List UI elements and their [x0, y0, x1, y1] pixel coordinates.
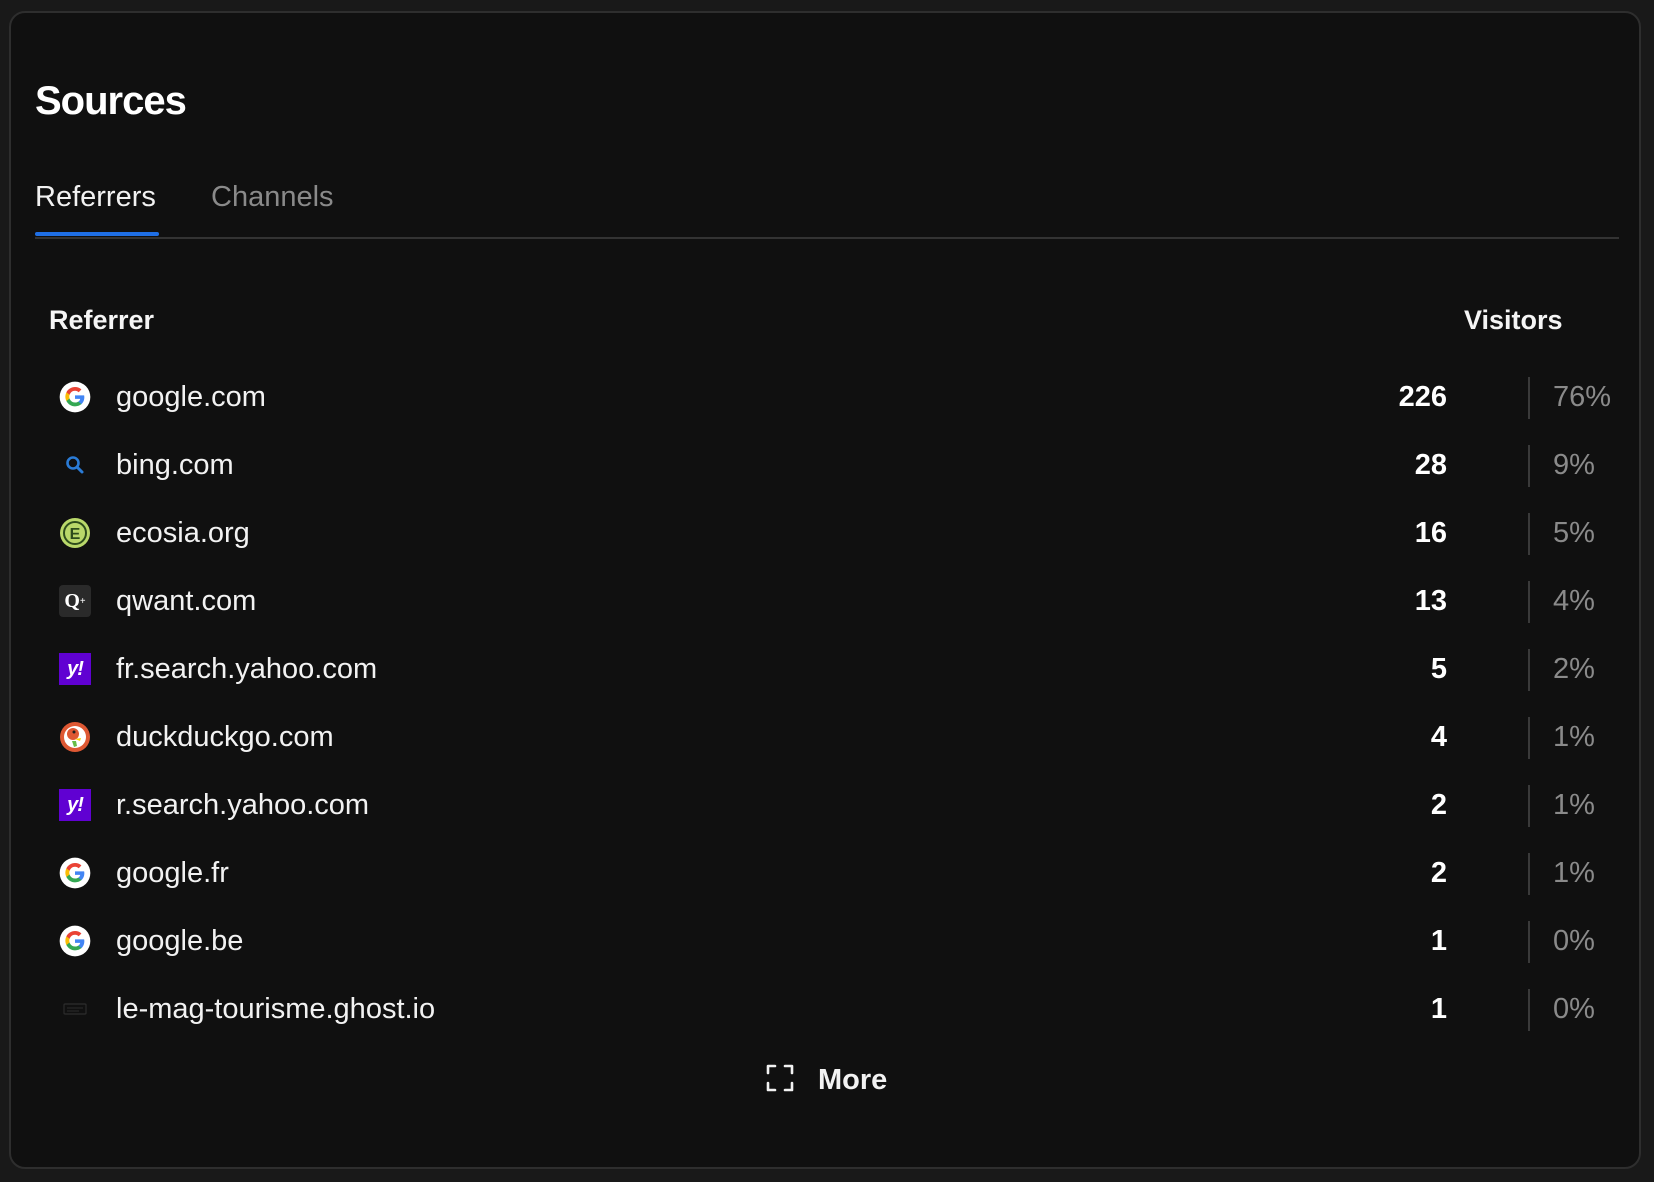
visitor-percent: 1%: [1553, 857, 1595, 889]
visitor-count: 1: [1430, 993, 1447, 1025]
table-row[interactable]: google.com 226 76%: [49, 363, 1619, 431]
table-row[interactable]: google.fr 2 1%: [49, 839, 1619, 907]
visitor-percent: 4%: [1553, 585, 1595, 617]
visitor-percent: 1%: [1553, 721, 1595, 753]
cell-divider: [1528, 581, 1530, 623]
cell-divider: [1528, 853, 1530, 895]
panel-title: Sources: [35, 79, 187, 123]
referrer-name: bing.com: [116, 449, 234, 481]
visitor-percent: 1%: [1553, 789, 1595, 821]
table-row[interactable]: Q + qwant.com 13 4%: [49, 567, 1619, 635]
more-button-label: More: [818, 1063, 888, 1096]
tab-referrers-label: Referrers: [35, 181, 156, 213]
referrer-name: google.com: [116, 381, 266, 413]
google-icon: [59, 381, 91, 413]
expand-icon: [766, 1064, 794, 1097]
tab-referrers[interactable]: Referrers: [35, 181, 159, 236]
yahoo-icon: y!: [59, 653, 91, 685]
table-row[interactable]: y! r.search.yahoo.com 2 1%: [49, 771, 1619, 839]
visitor-count: 28: [1414, 449, 1447, 481]
google-icon: [59, 857, 91, 889]
table-row[interactable]: E ecosia.org 16 5%: [49, 499, 1619, 567]
cell-divider: [1528, 445, 1530, 487]
svg-text:E: E: [70, 526, 81, 543]
table-row[interactable]: le-mag-tourisme.ghost.io 1 0%: [49, 975, 1619, 1043]
referrer-name: google.fr: [116, 857, 229, 889]
column-header-referrer[interactable]: Referrer: [49, 305, 154, 336]
table-row[interactable]: y! fr.search.yahoo.com 5 2%: [49, 635, 1619, 703]
referrer-name: fr.search.yahoo.com: [116, 653, 378, 685]
visitor-count: 16: [1414, 517, 1447, 549]
table-row[interactable]: bing.com 28 9%: [49, 431, 1619, 499]
cell-divider: [1528, 649, 1530, 691]
referrer-name: google.be: [116, 925, 244, 957]
visitor-count: 13: [1414, 585, 1447, 617]
ghost-site-icon: [59, 993, 91, 1025]
qwant-icon: Q +: [59, 585, 91, 617]
google-icon: [59, 925, 91, 957]
visitor-percent: 5%: [1553, 517, 1595, 549]
referrer-name: ecosia.org: [116, 517, 250, 549]
visitor-count: 2: [1430, 789, 1447, 821]
referrer-name: r.search.yahoo.com: [116, 789, 370, 821]
cell-divider: [1528, 377, 1530, 419]
yahoo-icon: y!: [59, 789, 91, 821]
cell-divider: [1528, 921, 1530, 963]
referrer-name: le-mag-tourisme.ghost.io: [116, 993, 436, 1025]
table-row[interactable]: duckduckgo.com 4 1%: [49, 703, 1619, 771]
visitor-percent: 0%: [1553, 993, 1595, 1025]
tab-bar: Referrers Channels: [35, 163, 1619, 239]
duckduckgo-icon: [59, 721, 91, 753]
visitor-count: 2: [1430, 857, 1447, 889]
column-header-visitors[interactable]: Visitors: [1464, 305, 1563, 336]
visitor-percent: 2%: [1553, 653, 1595, 685]
visitor-percent: 76%: [1553, 381, 1612, 413]
referrer-name: duckduckgo.com: [116, 721, 334, 753]
active-tab-indicator: [35, 232, 159, 236]
cell-divider: [1528, 989, 1530, 1031]
visitor-count: 1: [1430, 925, 1447, 957]
visitor-percent: 9%: [1553, 449, 1595, 481]
visitor-count: 5: [1430, 653, 1447, 685]
cell-divider: [1528, 513, 1530, 555]
sources-card: Sources Referrers Channels Referrer Visi…: [9, 11, 1641, 1169]
cell-divider: [1528, 785, 1530, 827]
tab-channels-label: Channels: [211, 181, 334, 213]
visitor-percent: 0%: [1553, 925, 1595, 957]
referrer-name: qwant.com: [116, 585, 257, 617]
table-row[interactable]: google.be 1 0%: [49, 907, 1619, 975]
more-button[interactable]: More: [766, 1058, 887, 1102]
ecosia-icon: E: [59, 517, 91, 549]
cell-divider: [1528, 717, 1530, 759]
visitor-count: 226: [1398, 381, 1447, 413]
visitor-count: 4: [1430, 721, 1447, 753]
tab-channels[interactable]: Channels: [211, 181, 334, 214]
bing-search-icon: [59, 449, 91, 481]
